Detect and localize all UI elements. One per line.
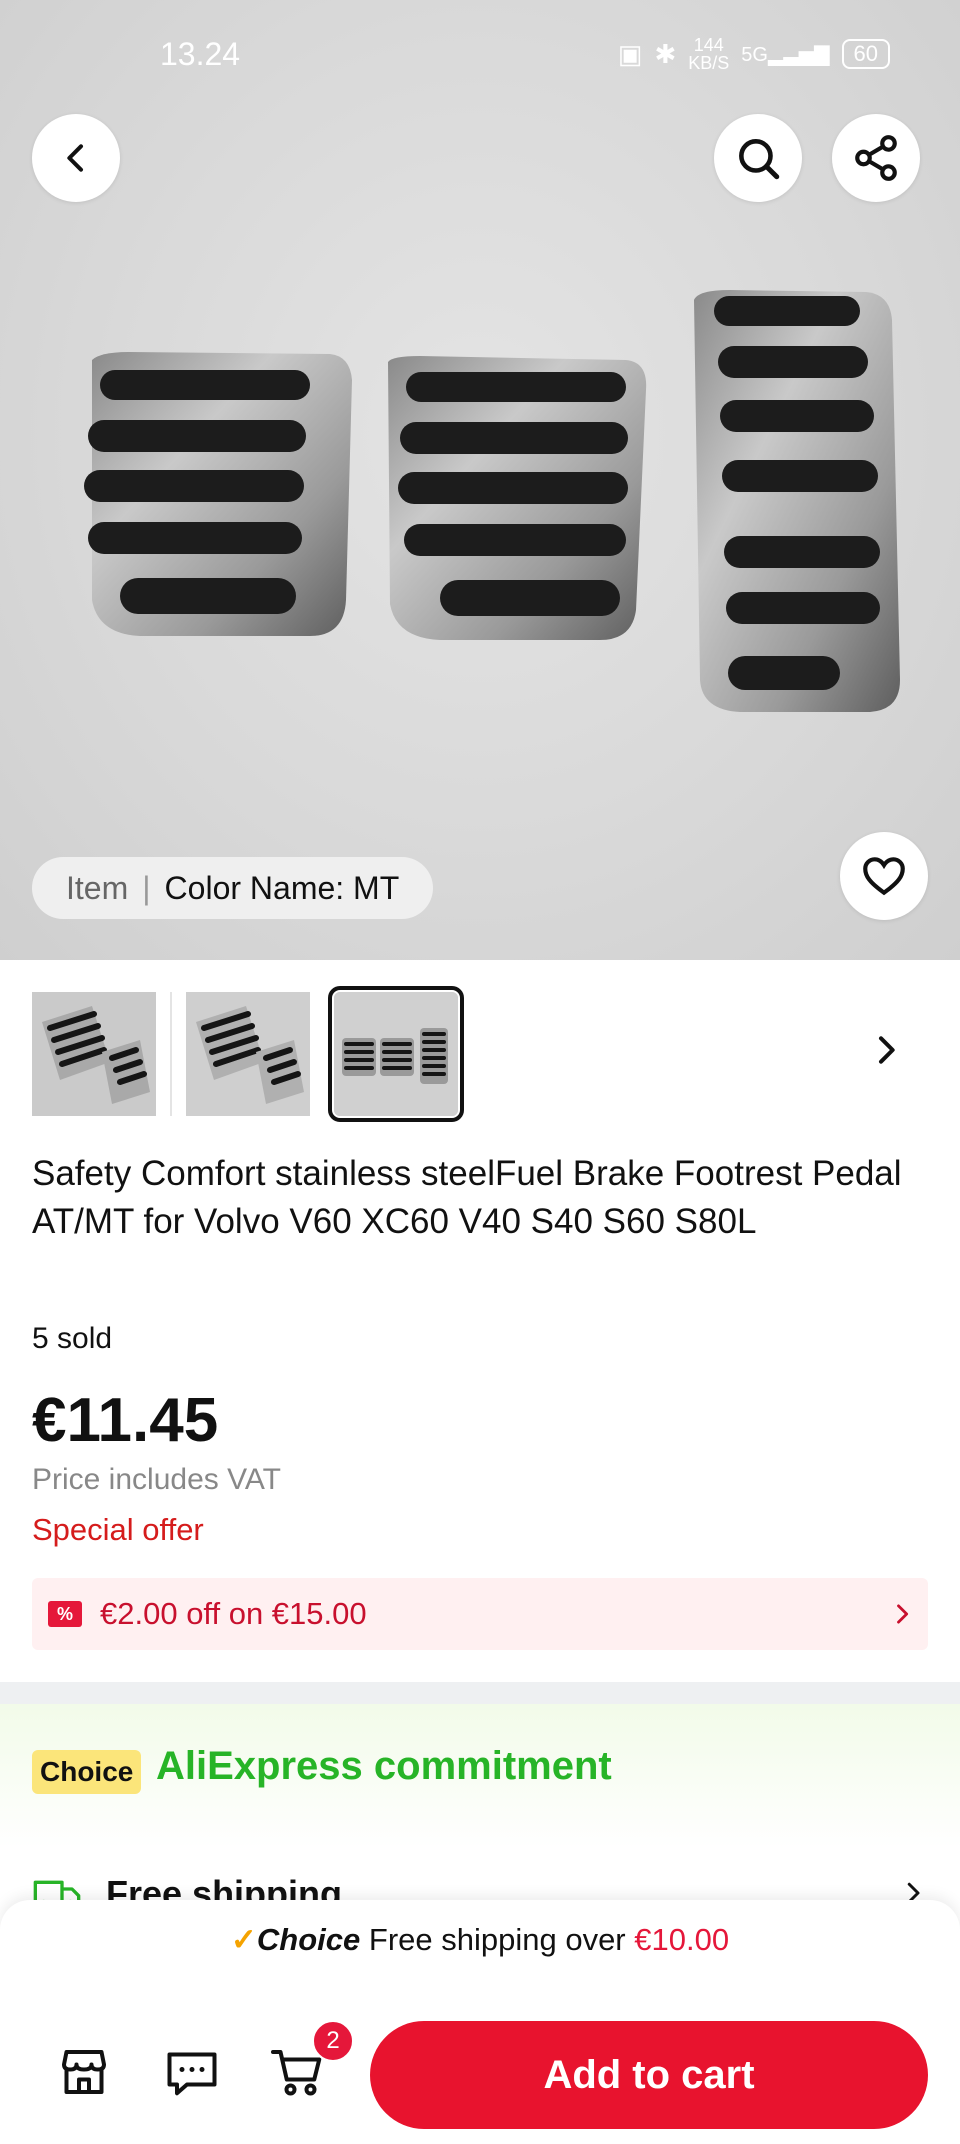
battery-icon: 60: [841, 39, 890, 69]
thumbnail-2-image: [186, 992, 310, 1116]
cart-count-badge: 2: [312, 2020, 354, 2062]
choice-shipping-banner: ✓Choice Free shipping over €10.00: [0, 1922, 960, 1958]
thumbnail-1-image: [32, 992, 156, 1116]
commitment-title: AliExpress commitment: [156, 1744, 612, 1788]
product-image[interactable]: 13.24 ▣ ✱ 144 KB/S 5G▂▃▅▇ 60 Item | Colo…: [0, 0, 960, 960]
thumbnail-3-image: [334, 992, 458, 1116]
network-speed-value: 144: [693, 35, 724, 55]
variant-label: Item: [66, 869, 129, 906]
chevron-right-icon: [897, 1604, 909, 1624]
thumbnail-3-selected[interactable]: [328, 986, 464, 1122]
section-divider: [0, 1682, 960, 1704]
network-speed-unit: KB/S: [688, 53, 730, 73]
thumbnail-2[interactable]: [186, 992, 310, 1116]
coupon-banner[interactable]: % €2.00 off on €15.00: [32, 1578, 928, 1650]
action-bar: 2 Add to cart: [0, 2010, 960, 2144]
coupon-text: €2.00 off on €15.00: [100, 1596, 367, 1631]
status-icons: ▣ ✱ 144 KB/S 5G▂▃▅▇ 60: [618, 36, 890, 72]
share-button[interactable]: [832, 114, 920, 202]
pedal-set-image: [84, 290, 900, 712]
nfc-icon: ▣: [617, 38, 643, 69]
gallery-next-button[interactable]: [866, 1030, 906, 1075]
checkmark-icon: ✓: [230, 1922, 257, 1957]
back-icon: [67, 144, 83, 172]
special-offer-label: Special offer: [32, 1512, 204, 1547]
variant-value: Color Name: MT: [164, 869, 400, 906]
message-icon: [167, 2052, 217, 2096]
network-speed: 144 KB/S: [688, 36, 729, 72]
message-button[interactable]: [160, 2040, 224, 2104]
status-time: 13.24: [160, 36, 241, 72]
sold-count: 5 sold: [32, 1322, 113, 1355]
wishlist-button[interactable]: [840, 832, 928, 920]
signal-icon: 5G▂▃▅▇: [741, 43, 830, 66]
vat-note: Price includes VAT: [32, 1463, 281, 1496]
bluetooth-icon: ✱: [654, 38, 677, 69]
choice-shipping-text: Free shipping over: [360, 1922, 635, 1957]
heart-icon: [863, 857, 905, 896]
chevron-right-icon: [879, 1036, 895, 1064]
store-button[interactable]: [52, 2040, 116, 2104]
coupon-icon: %: [48, 1601, 82, 1627]
status-bar: 13.24 ▣ ✱ 144 KB/S 5G▂▃▅▇ 60: [0, 0, 960, 110]
share-icon: [855, 135, 897, 181]
choice-brand: Choice: [256, 1922, 361, 1957]
store-icon: [62, 2050, 106, 2094]
product-title: Safety Comfort stainless steelFuel Brake…: [32, 1154, 902, 1241]
signal-label: 5G: [741, 43, 768, 66]
thumbnail-1[interactable]: [32, 992, 156, 1116]
search-icon: [739, 139, 780, 180]
thumbnail-divider: [170, 992, 172, 1116]
product-price: €11.45: [32, 1386, 219, 1455]
search-button[interactable]: [714, 114, 802, 202]
thumbnail-strip: [32, 986, 464, 1122]
choice-badge: Choice: [32, 1750, 142, 1794]
bottom-action-sheet: ✓Choice Free shipping over €10.00 2 Add …: [0, 1900, 960, 2144]
add-to-cart-button[interactable]: Add to cart: [370, 2021, 928, 2129]
choice-shipping-amount: €10.00: [634, 1922, 730, 1957]
variant-separator: |: [142, 869, 151, 906]
back-button[interactable]: [32, 114, 120, 202]
variant-selector[interactable]: Item | Color Name: MT: [32, 857, 434, 919]
